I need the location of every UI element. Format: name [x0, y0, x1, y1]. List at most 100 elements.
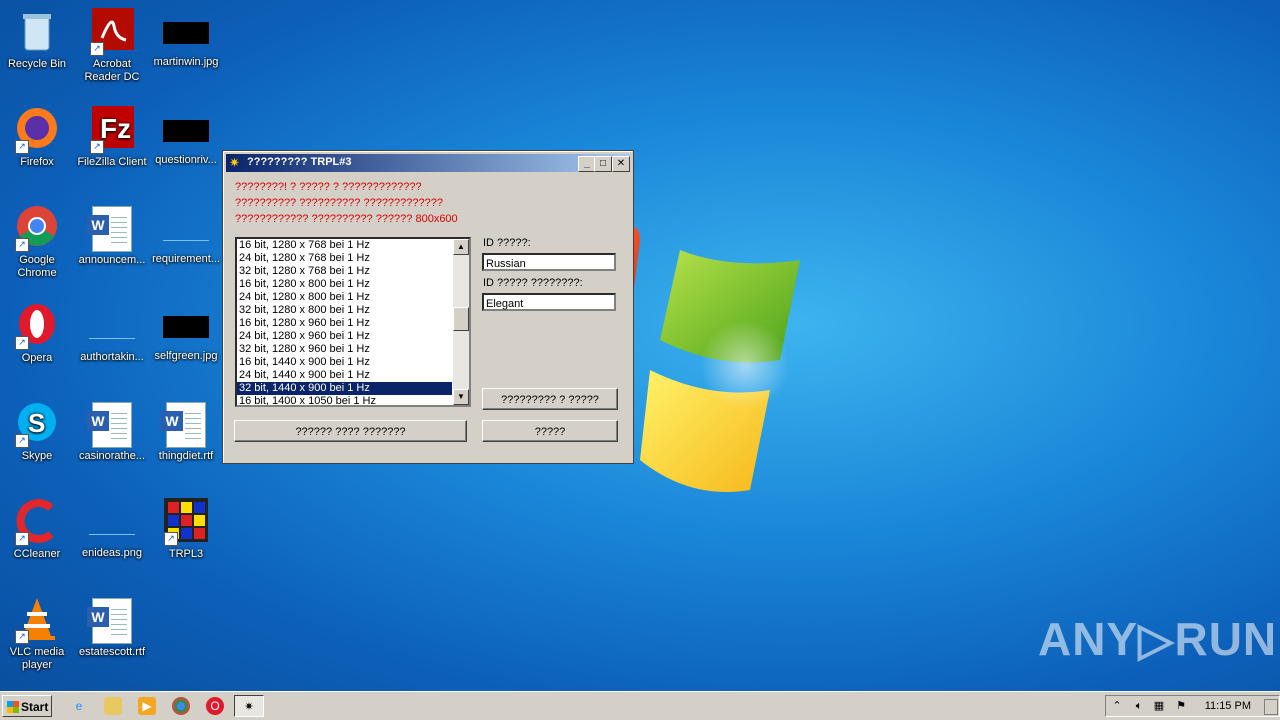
shortcut-arrow-icon: ↗ — [15, 532, 29, 546]
scroll-up-arrow-icon[interactable]: ▲ — [453, 239, 469, 255]
desktop-icon-label: Firefox — [20, 156, 54, 168]
resolution-list-item[interactable]: 16 bit, 1440 x 900 bei 1 Hz — [237, 356, 452, 369]
resolution-list-item[interactable]: 16 bit, 1280 x 960 bei 1 Hz — [237, 317, 452, 330]
desktop-icon-ccleaner[interactable]: ↗ CCleaner — [0, 498, 74, 561]
shortcut-arrow-icon: ↗ — [90, 42, 104, 56]
start-label: Start — [21, 700, 49, 714]
taskbar: Start e ▶ O ✷ ⌃ 🔈︎ ▦ ⚑ 11:15 PM — [0, 691, 1280, 720]
desktop-icon-label: CCleaner — [13, 548, 61, 560]
desktop-icon-thingdiet[interactable]: W thingdiet.rtf — [149, 400, 223, 463]
gear-icon: ✷ — [229, 155, 240, 170]
word-document-icon: W — [87, 598, 132, 644]
resolution-list-item[interactable]: 32 bit, 1280 x 768 bei 1 Hz — [237, 265, 452, 278]
desktop-icon-announcem[interactable]: W announcem... — [75, 204, 149, 267]
desktop-icon-enideas[interactable]: enideas.png — [75, 498, 149, 560]
word-document-icon: W — [87, 402, 132, 448]
show-desktop-button[interactable] — [1264, 699, 1278, 715]
save-and-start-button[interactable]: ????????? ? ????? — [482, 388, 618, 410]
action-center-flag-icon[interactable]: ⚑ — [1174, 699, 1188, 713]
resolution-list-item[interactable]: 24 bit, 1440 x 900 bei 1 Hz — [237, 369, 452, 382]
show-hidden-icons-icon[interactable]: ⌃ — [1110, 699, 1124, 713]
volume-icon[interactable]: 🔈︎ — [1132, 699, 1146, 713]
desktop-icon-label: FileZilla Client — [77, 156, 147, 168]
listbox-scrollbar[interactable]: ▲ ▼ — [453, 239, 469, 405]
desktop-icon-label: requirement... — [152, 253, 220, 265]
desktop-icon-filezilla[interactable]: Fz ↗ FileZilla Client — [75, 106, 149, 169]
full-screen-button[interactable]: ?????? ???? ??????? — [234, 420, 467, 442]
start-button[interactable]: Start — [2, 695, 52, 717]
resolution-list-item[interactable]: 24 bit, 1280 x 800 bei 1 Hz — [237, 291, 452, 304]
gear-icon: ✷ — [244, 701, 254, 713]
close-button[interactable]: ✕ — [612, 156, 630, 172]
desktop-icon-recycle-bin[interactable]: Recycle Bin — [0, 8, 74, 71]
desktop-icon-label: Google Chrome — [17, 254, 57, 279]
desktop-icon-vlc[interactable]: ↗ VLC media player — [0, 596, 74, 672]
shortcut-arrow-icon: ↗ — [15, 630, 29, 644]
recycle-bin-icon — [13, 8, 61, 56]
maximize-button[interactable]: □ — [594, 156, 612, 172]
resolution-list-item[interactable]: 24 bit, 1280 x 768 bei 1 Hz — [237, 252, 452, 265]
desktop-icon-trpl3[interactable]: ↗ TRPL3 — [149, 498, 223, 561]
ccleaner-icon: ↗ — [13, 498, 61, 546]
desktop-icon-label: announcem... — [78, 254, 146, 266]
id2-label: ID ????? ????????: — [483, 277, 583, 289]
folder-icon[interactable] — [104, 697, 122, 715]
acrobat-icon: ↗ — [88, 8, 136, 56]
desktop-icon-opera[interactable]: ↗ Opera — [0, 302, 74, 365]
scroll-down-arrow-icon[interactable]: ▼ — [453, 389, 469, 405]
desktop-icon-estatescott[interactable]: W estatescott.rtf — [75, 596, 149, 659]
resolution-list-item[interactable]: 24 bit, 1280 x 960 bei 1 Hz — [237, 330, 452, 343]
clock[interactable]: 11:15 PM — [1205, 696, 1251, 716]
desktop-icon-label: casinorathe... — [78, 450, 146, 462]
desktop-icon-selfgreen[interactable]: selfgreen.jpg — [149, 302, 223, 363]
desktop-icon-label: selfgreen.jpg — [154, 350, 218, 362]
exit-button[interactable]: ????? — [482, 420, 618, 442]
desktop-icon-requirement[interactable]: requirement... — [149, 204, 223, 266]
id-field[interactable]: Russian — [482, 253, 616, 271]
firefox-icon: ↗ — [13, 106, 61, 154]
message-line-2: ?????????? ?????????? ????????????? — [235, 197, 443, 209]
desktop-icon-chrome[interactable]: ↗ Google Chrome — [0, 204, 74, 280]
image-thumbnail-icon — [163, 22, 209, 44]
scrollbar-thumb[interactable] — [453, 307, 469, 331]
desktop-icon-label: Acrobat Reader DC — [84, 58, 140, 83]
desktop-icon-label: Opera — [21, 352, 53, 364]
svg-text:Fz: Fz — [100, 113, 131, 144]
resolution-list-item[interactable]: 16 bit, 1400 x 1050 bei 1 Hz — [237, 395, 452, 405]
svg-text:S: S — [28, 408, 45, 438]
opera-taskbar-icon[interactable]: O — [206, 697, 224, 715]
desktop-icon-martinwin[interactable]: martinwin.jpg — [149, 8, 223, 69]
resolution-list-item[interactable]: 32 bit, 1440 x 900 bei 1 Hz — [237, 382, 452, 395]
system-tray: ⌃ 🔈︎ ▦ ⚑ 11:15 PM — [1105, 695, 1280, 717]
resolution-list-item[interactable]: 32 bit, 1280 x 960 bei 1 Hz — [237, 343, 452, 356]
desktop-icon-acrobat[interactable]: ↗ Acrobat Reader DC — [75, 8, 149, 84]
shortcut-arrow-icon: ↗ — [15, 140, 29, 154]
blank-file-icon — [89, 514, 135, 535]
dialog-title: ????????? TRPL#3 — [247, 156, 352, 168]
shortcut-arrow-icon: ↗ — [15, 434, 29, 448]
network-icon[interactable]: ▦ — [1152, 699, 1166, 713]
blank-file-icon — [89, 318, 135, 339]
shortcut-arrow-icon: ↗ — [164, 532, 178, 546]
desktop-icon-casinorathe[interactable]: W casinorathe... — [75, 400, 149, 463]
resolution-list-item[interactable]: 32 bit, 1280 x 800 bei 1 Hz — [237, 304, 452, 317]
media-player-icon[interactable]: ▶ — [138, 697, 156, 715]
resolution-list-item[interactable]: 16 bit, 1280 x 800 bei 1 Hz — [237, 278, 452, 291]
chrome-taskbar-icon[interactable] — [172, 697, 190, 715]
shortcut-arrow-icon: ↗ — [90, 140, 104, 154]
blank-file-icon — [163, 220, 209, 241]
resolution-listbox[interactable]: 16 bit, 1280 x 768 bei 1 Hz 24 bit, 1280 … — [235, 237, 471, 407]
desktop-icon-skype[interactable]: S ↗ Skype — [0, 400, 74, 463]
id2-field[interactable]: Elegant — [482, 293, 616, 311]
desktop-icon-authortakin[interactable]: authortakin... — [75, 302, 149, 364]
vlc-cone-icon: ↗ — [13, 596, 61, 644]
trpl-taskbar-button[interactable]: ✷ — [234, 695, 264, 717]
desktop-icon-label: Recycle Bin — [7, 58, 67, 70]
internet-explorer-icon[interactable]: e — [70, 697, 88, 715]
resolution-list-item[interactable]: 16 bit, 1280 x 768 bei 1 Hz — [237, 239, 452, 252]
message-line-1: ????????! ? ????? ? ????????????? — [235, 181, 422, 193]
desktop-icon-questionriv[interactable]: questionriv... — [149, 106, 223, 167]
desktop-icon-firefox[interactable]: ↗ Firefox — [0, 106, 74, 169]
desktop-icon-label: thingdiet.rtf — [158, 450, 214, 462]
dialog-titlebar[interactable]: ✷ ????????? TRPL#3 _ □ ✕ — [226, 154, 630, 172]
